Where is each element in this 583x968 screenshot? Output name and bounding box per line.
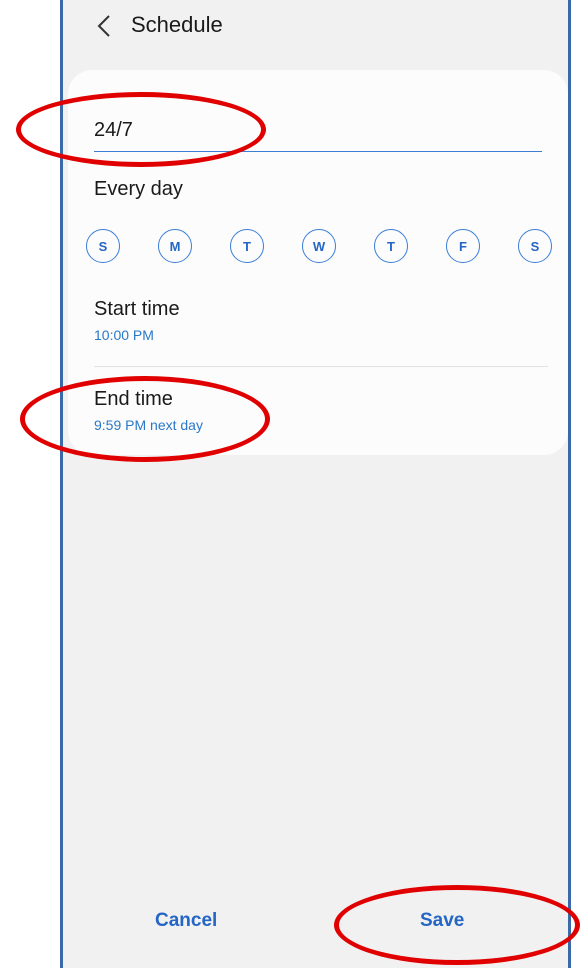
day-selector: S M T W T F S — [86, 229, 556, 265]
day-friday[interactable]: F — [446, 229, 480, 263]
end-time-label: End time — [94, 388, 173, 410]
day-tuesday[interactable]: T — [230, 229, 264, 263]
save-button[interactable]: Save — [420, 910, 464, 932]
day-saturday[interactable]: S — [518, 229, 552, 263]
start-time-value: 10:00 PM — [94, 327, 154, 343]
start-time-row[interactable]: Start time 10:00 PM — [68, 288, 568, 352]
day-wednesday[interactable]: W — [302, 229, 336, 263]
repeat-label: Every day — [94, 178, 183, 200]
app-header: Schedule — [63, 0, 568, 52]
row-divider — [94, 366, 548, 367]
end-time-value: 9:59 PM next day — [94, 417, 203, 433]
phone-screen: Schedule Every day S M T W T F S Start t… — [60, 0, 571, 968]
page-title: Schedule — [131, 12, 223, 37]
cancel-button[interactable]: Cancel — [155, 910, 217, 932]
back-button[interactable] — [93, 10, 117, 42]
start-time-label: Start time — [94, 298, 180, 320]
day-monday[interactable]: M — [158, 229, 192, 263]
end-time-row[interactable]: End time 9:59 PM next day — [68, 378, 568, 442]
day-sunday[interactable]: S — [86, 229, 120, 263]
schedule-name-input[interactable] — [94, 115, 542, 152]
day-thursday[interactable]: T — [374, 229, 408, 263]
chevron-left-icon — [97, 15, 110, 37]
schedule-card: Every day S M T W T F S Start time 10:00… — [68, 70, 568, 455]
